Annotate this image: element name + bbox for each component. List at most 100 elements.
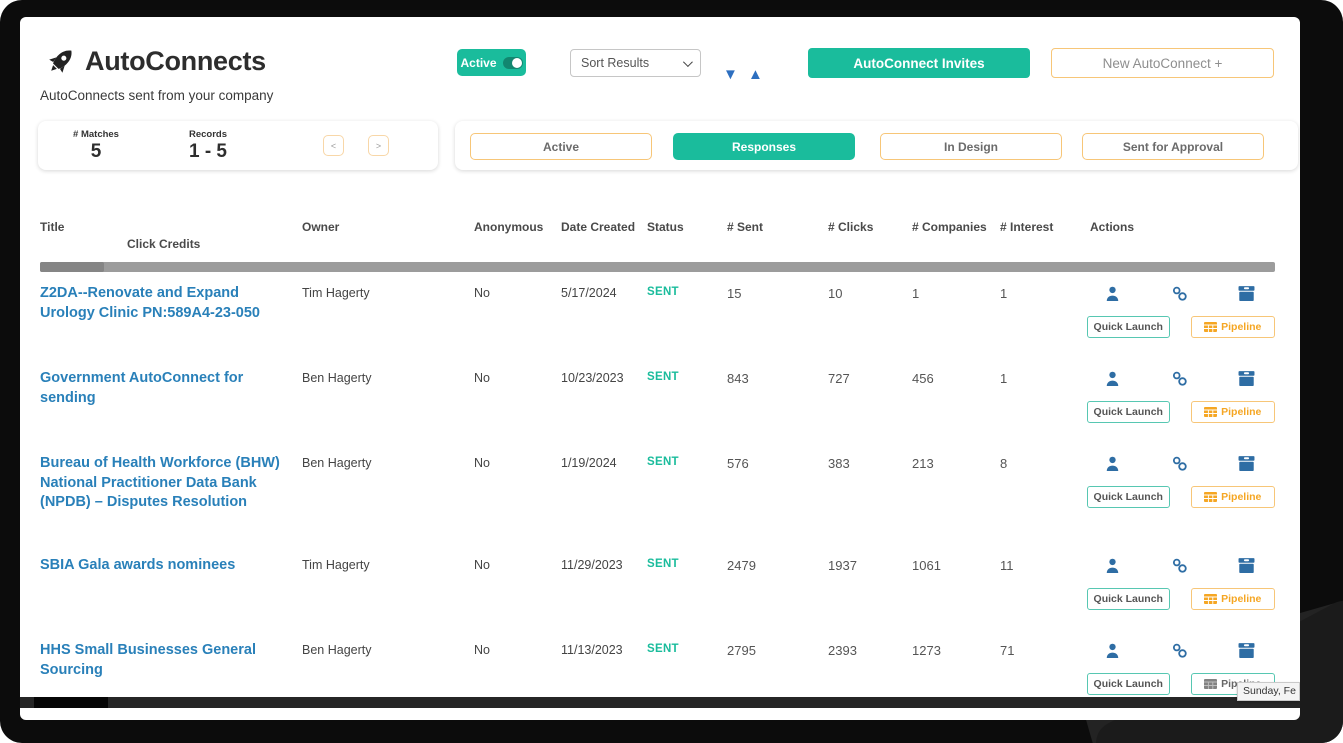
contacts-icon[interactable] (1104, 370, 1121, 387)
rocket-icon (45, 45, 77, 77)
sent-count-cell: 15 (727, 284, 828, 347)
chevron-down-icon (683, 57, 693, 67)
pipeline-button-label: Pipeline (1221, 491, 1261, 503)
contacts-icon[interactable] (1104, 557, 1121, 574)
table-header-row: Title Click Credits Owner Anonymous Date… (40, 220, 1275, 251)
sent-count-cell: 843 (727, 369, 828, 432)
col-header-interest: # Interest (1000, 220, 1090, 251)
companies-count-cell: 1 (912, 284, 1000, 347)
link-icon[interactable] (1171, 455, 1188, 472)
link-icon[interactable] (1171, 557, 1188, 574)
col-header-owner: Owner (302, 220, 474, 251)
interest-count-cell: 8 (1000, 454, 1090, 534)
companies-count-cell: 1273 (912, 641, 1000, 704)
link-icon[interactable] (1171, 642, 1188, 659)
bottom-scrollbar-thumb[interactable] (34, 697, 108, 708)
sort-results-select[interactable]: Sort Results (570, 49, 701, 77)
quick-launch-button[interactable]: Quick Launch (1087, 486, 1170, 508)
table-row: Z2DA--Renovate and Expand Urology Clinic… (40, 284, 1275, 347)
previous-page-button[interactable]: < (323, 135, 344, 156)
status-badge: SENT (647, 641, 727, 704)
quick-launch-button[interactable]: Quick Launch (1087, 316, 1170, 338)
sort-ascending-icon[interactable]: ▲ (748, 67, 763, 82)
status-badge: SENT (647, 454, 727, 534)
contacts-icon[interactable] (1104, 285, 1121, 302)
autoconnects-page: AutoConnects AutoConnects sent from your… (20, 17, 1300, 720)
sort-descending-icon[interactable]: ▼ (723, 67, 738, 82)
col-header-anonymous: Anonymous (474, 220, 561, 251)
pipeline-grid-icon (1204, 679, 1217, 689)
autoconnect-invites-button[interactable]: AutoConnect Invites (808, 48, 1030, 78)
archive-icon[interactable] (1238, 370, 1255, 387)
pipeline-button[interactable]: Pipeline (1191, 401, 1275, 423)
sort-results-value: Sort Results (581, 56, 649, 70)
date-created-cell: 1/19/2024 (561, 454, 647, 534)
quick-launch-button[interactable]: Quick Launch (1087, 588, 1170, 610)
sent-count-cell: 2479 (727, 556, 828, 619)
pipeline-grid-icon (1204, 407, 1217, 417)
autoconnect-title-link[interactable]: SBIA Gala awards nominees (40, 556, 302, 619)
next-page-button[interactable]: > (368, 135, 389, 156)
archive-icon[interactable] (1238, 642, 1255, 659)
col-header-date-created: Date Created (561, 220, 647, 251)
active-toggle-label: Active (460, 56, 496, 70)
clicks-count-cell: 2393 (828, 641, 912, 704)
pipeline-button-label: Pipeline (1221, 406, 1261, 418)
horizontal-scrollbar[interactable] (40, 262, 1275, 272)
pipeline-button[interactable]: Pipeline (1191, 316, 1275, 338)
link-icon[interactable] (1171, 370, 1188, 387)
tab-sent-for-approval[interactable]: Sent for Approval (1082, 133, 1264, 160)
clicks-count-cell: 1937 (828, 556, 912, 619)
actions-cell: Quick Launch Pipeline (1090, 556, 1275, 619)
page-title: AutoConnects (85, 46, 266, 77)
col-header-click-credits: Click Credits (40, 237, 302, 251)
archive-icon[interactable] (1238, 285, 1255, 302)
pipeline-grid-icon (1204, 322, 1217, 332)
quick-launch-button[interactable]: Quick Launch (1087, 673, 1170, 695)
pipeline-grid-icon (1204, 492, 1217, 502)
anonymous-cell: No (474, 641, 561, 704)
date-created-cell: 11/13/2023 (561, 641, 647, 704)
autoconnect-title-link[interactable]: Z2DA--Renovate and Expand Urology Clinic… (40, 284, 302, 347)
scrollbar-thumb[interactable] (40, 262, 104, 272)
pipeline-button[interactable]: Pipeline (1191, 486, 1275, 508)
status-badge: SENT (647, 556, 727, 619)
records-value: 1 - 5 (170, 141, 246, 163)
clicks-count-cell: 383 (828, 454, 912, 534)
col-header-status: Status (647, 220, 727, 251)
page-subtitle: AutoConnects sent from your company (40, 88, 273, 103)
app-window: AutoConnects AutoConnects sent from your… (0, 0, 1343, 743)
tab-in-design[interactable]: In Design (880, 133, 1062, 160)
archive-icon[interactable] (1238, 557, 1255, 574)
anonymous-cell: No (474, 369, 561, 432)
autoconnect-title-link[interactable]: HHS Small Businesses General Sourcing (40, 641, 302, 704)
contacts-icon[interactable] (1104, 642, 1121, 659)
col-header-companies: # Companies (912, 220, 1000, 251)
tab-active[interactable]: Active (470, 133, 652, 160)
archive-icon[interactable] (1238, 455, 1255, 472)
clicks-count-cell: 10 (828, 284, 912, 347)
contacts-icon[interactable] (1104, 455, 1121, 472)
active-toggle[interactable]: Active (457, 49, 526, 76)
table-body: Z2DA--Renovate and Expand Urology Clinic… (40, 284, 1275, 704)
owner-cell: Tim Hagerty (302, 556, 474, 619)
table-row: HHS Small Businesses General Sourcing Be… (40, 641, 1275, 704)
pipeline-button[interactable]: Pipeline (1191, 588, 1275, 610)
col-header-clicks: # Clicks (828, 220, 912, 251)
bottom-scrollbar[interactable] (20, 697, 1300, 708)
table-row: Government AutoConnect for sending Ben H… (40, 369, 1275, 432)
actions-cell: Quick Launch Pipeline (1090, 454, 1275, 534)
autoconnect-title-link[interactable]: Government AutoConnect for sending (40, 369, 302, 432)
status-badge: SENT (647, 369, 727, 432)
autoconnect-title-link[interactable]: Bureau of Health Workforce (BHW) Nationa… (40, 454, 302, 534)
new-autoconnect-button[interactable]: New AutoConnect + (1051, 48, 1274, 78)
date-created-cell: 11/29/2023 (561, 556, 647, 619)
quick-launch-button[interactable]: Quick Launch (1087, 401, 1170, 423)
anonymous-cell: No (474, 284, 561, 347)
owner-cell: Ben Hagerty (302, 454, 474, 534)
link-icon[interactable] (1171, 285, 1188, 302)
tab-responses[interactable]: Responses (673, 133, 855, 160)
matches-value: 5 (58, 141, 134, 163)
owner-cell: Tim Hagerty (302, 284, 474, 347)
companies-count-cell: 456 (912, 369, 1000, 432)
